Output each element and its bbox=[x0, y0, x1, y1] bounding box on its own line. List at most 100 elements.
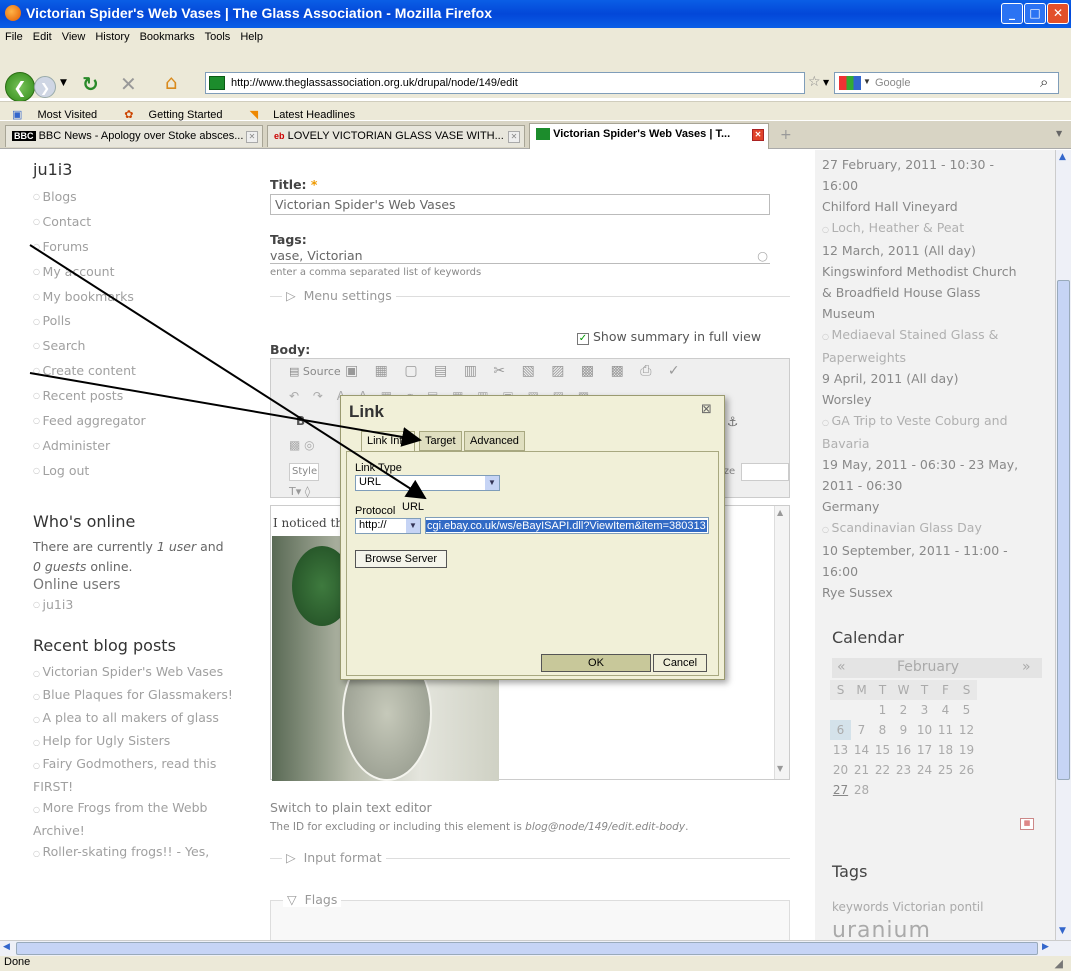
calendar-prev[interactable]: « bbox=[837, 659, 846, 675]
dialog-ok-button[interactable]: OK bbox=[541, 654, 651, 672]
reload-icon[interactable]: ↻ bbox=[82, 72, 99, 96]
menu-bookmarks[interactable]: Bookmarks bbox=[135, 28, 200, 46]
bookmark-star-icon[interactable]: ☆ bbox=[808, 74, 821, 90]
source-button[interactable]: ▤ Source bbox=[289, 365, 341, 378]
nav-forums[interactable]: Forums bbox=[33, 235, 243, 260]
select-dropdown-icon[interactable]: ▼ bbox=[485, 476, 499, 490]
recent-post-link[interactable]: Roller-skating frogs!! - Yes, bbox=[33, 841, 238, 864]
scroll-down-icon[interactable]: ▼ bbox=[1059, 926, 1066, 936]
browse-server-button[interactable]: Browse Server bbox=[355, 550, 447, 568]
nav-contact[interactable]: Contact bbox=[33, 210, 243, 235]
text-color-button[interactable]: T▾ ◊ bbox=[289, 485, 310, 498]
recent-post-link[interactable]: A plea to all makers of glass bbox=[33, 707, 238, 730]
recent-post-link[interactable]: Fairy Godmothers, read this FIRST! bbox=[33, 753, 238, 797]
new-tab-icon[interactable]: + bbox=[780, 127, 792, 143]
editor-toolbar-icons[interactable]: ▣ ▦ ▢ ▤ ▥ ✂ ▧ ▨ ▩ ▩ ⎙ ✓ bbox=[345, 363, 686, 379]
online-user-link[interactable]: ju1i3 bbox=[33, 593, 243, 618]
protocol-select[interactable]: http:// ▼ bbox=[355, 518, 421, 534]
scrollbar-thumb[interactable] bbox=[1057, 280, 1070, 780]
page-horizontal-scrollbar[interactable]: ◀ ▶ bbox=[0, 940, 1071, 956]
search-engine-dropdown-icon[interactable]: ▼ bbox=[863, 77, 871, 86]
recent-post-link[interactable]: Blue Plaques for Glassmakers! bbox=[33, 684, 238, 707]
close-tab-icon[interactable]: ✕ bbox=[508, 131, 520, 143]
nav-recent-posts[interactable]: Recent posts bbox=[33, 384, 243, 409]
hscroll-thumb[interactable] bbox=[16, 942, 1038, 955]
window-title-bar[interactable]: Victorian Spider's Web Vases | The Glass… bbox=[0, 0, 1071, 28]
summary-checkbox-row[interactable]: ✓ Show summary in full view bbox=[577, 329, 761, 345]
tags-input[interactable]: vase, Victorian ○ bbox=[270, 248, 770, 264]
nav-my-bookmarks[interactable]: My bookmarks bbox=[33, 285, 243, 310]
bold-button[interactable]: B bbox=[296, 414, 305, 428]
event-title-link[interactable]: Loch, Heather & Peat bbox=[822, 217, 1022, 240]
tab-list-dropdown-icon[interactable]: ▼ bbox=[1056, 129, 1062, 138]
title-input[interactable]: Victorian Spider's Web Vases bbox=[270, 194, 770, 215]
nav-administer[interactable]: Administer bbox=[33, 434, 243, 459]
menu-file[interactable]: File bbox=[0, 28, 28, 46]
select-dropdown-icon[interactable]: ▼ bbox=[406, 519, 420, 533]
link-type-select[interactable]: URL ▼ bbox=[355, 475, 500, 491]
summary-checkbox[interactable]: ✓ bbox=[577, 333, 589, 345]
tab-ebay[interactable]: eb LOVELY VICTORIAN GLASS VASE WITH... ✕ bbox=[267, 125, 525, 147]
menu-view[interactable]: View bbox=[57, 28, 91, 46]
recent-post-link[interactable]: More Frogs from the Webb Archive! bbox=[33, 797, 238, 841]
event-title-link[interactable]: GA Trip to Veste Coburg and Bavaria bbox=[822, 410, 1022, 454]
menu-history[interactable]: History bbox=[90, 28, 134, 46]
forward-button[interactable]: ❯ bbox=[34, 76, 56, 98]
nav-polls[interactable]: Polls bbox=[33, 309, 243, 334]
tag-cloud-line[interactable]: keywords Victorian pontil bbox=[832, 900, 983, 914]
nav-log-out[interactable]: Log out bbox=[33, 459, 243, 484]
style-select[interactable]: Style bbox=[289, 463, 319, 481]
dialog-tab-link-info[interactable]: Link Info bbox=[361, 431, 415, 451]
tag-cloud-big[interactable]: uranium bbox=[832, 918, 931, 940]
dialog-tab-advanced[interactable]: Advanced bbox=[464, 431, 525, 451]
search-go-icon[interactable]: ⌕ bbox=[1040, 73, 1048, 91]
menu-settings-fieldset[interactable]: ▷ Menu settings bbox=[270, 288, 790, 312]
switch-editor-link[interactable]: Switch to plain text editor bbox=[270, 800, 432, 815]
ical-icon[interactable]: ▦ bbox=[1020, 818, 1034, 830]
close-window-button[interactable]: ✕ bbox=[1047, 3, 1069, 24]
nav-my-account[interactable]: My account bbox=[33, 260, 243, 285]
scroll-up-icon[interactable]: ▲ bbox=[777, 508, 783, 517]
home-icon[interactable]: ⌂ bbox=[165, 70, 178, 94]
search-box[interactable]: ▼ Google bbox=[834, 72, 1059, 94]
image-button[interactable]: ▩ ◎ bbox=[289, 438, 315, 452]
input-format-fieldset[interactable]: ▷ Input format bbox=[270, 850, 790, 874]
event-title-link[interactable]: Scandinavian Glass Day bbox=[822, 517, 1022, 540]
scroll-left-icon[interactable]: ◀ bbox=[3, 942, 10, 952]
scroll-down-icon[interactable]: ▼ bbox=[777, 764, 783, 773]
nav-feed-aggregator[interactable]: Feed aggregator bbox=[33, 409, 243, 434]
back-button[interactable]: ❮ bbox=[5, 72, 35, 102]
tab-bbc-news[interactable]: BBC BBC News - Apology over Stoke absces… bbox=[5, 125, 263, 147]
tab-victorian-vases[interactable]: Victorian Spider's Web Vases | T... ✕ bbox=[529, 123, 769, 149]
recent-post-link[interactable]: Help for Ugly Sisters bbox=[33, 730, 238, 753]
address-bar[interactable]: http://www.theglassassociation.org.uk/dr… bbox=[205, 72, 805, 94]
close-tab-icon[interactable]: ✕ bbox=[246, 131, 258, 143]
menu-edit[interactable]: Edit bbox=[28, 28, 57, 46]
scroll-right-icon[interactable]: ▶ bbox=[1042, 942, 1049, 952]
site-identity-icon[interactable] bbox=[209, 76, 225, 90]
url-input[interactable]: cgi.ebay.co.uk/ws/eBayISAPI.dll?ViewItem… bbox=[425, 517, 709, 534]
calendar-next[interactable]: » bbox=[1022, 659, 1031, 675]
search-engine-icon[interactable] bbox=[839, 76, 861, 90]
close-tab-icon[interactable]: ✕ bbox=[752, 129, 764, 141]
maximize-button[interactable]: □ bbox=[1024, 3, 1046, 24]
recent-post-link[interactable]: Victorian Spider's Web Vases bbox=[33, 661, 238, 684]
resize-grip-icon[interactable]: ◢ bbox=[1055, 957, 1063, 970]
nav-search[interactable]: Search bbox=[33, 334, 243, 359]
editor-scrollbar[interactable]: ▲ ▼ bbox=[774, 506, 789, 779]
page-vertical-scrollbar[interactable]: ▲ ▼ bbox=[1055, 150, 1071, 940]
url-dropdown-icon[interactable]: ▼ bbox=[823, 78, 829, 87]
nav-create-content[interactable]: Create content bbox=[33, 359, 243, 384]
flags-fieldset[interactable]: ▽ Flags bbox=[270, 892, 790, 940]
dialog-cancel-button[interactable]: Cancel bbox=[653, 654, 707, 672]
size-select[interactable] bbox=[741, 463, 789, 481]
event-title-link[interactable]: Mediaeval Stained Glass & Paperweights bbox=[822, 324, 1022, 368]
dialog-tab-target[interactable]: Target bbox=[419, 431, 462, 451]
stop-icon[interactable]: ✕ bbox=[120, 72, 137, 96]
scroll-up-icon[interactable]: ▲ bbox=[1059, 152, 1066, 162]
dialog-close-icon[interactable]: ⊠ bbox=[701, 402, 712, 417]
nav-blogs[interactable]: Blogs bbox=[33, 185, 243, 210]
menu-help[interactable]: Help bbox=[235, 28, 268, 46]
minimize-button[interactable]: _ bbox=[1001, 3, 1023, 24]
history-dropdown-icon[interactable]: ▼ bbox=[60, 78, 67, 88]
